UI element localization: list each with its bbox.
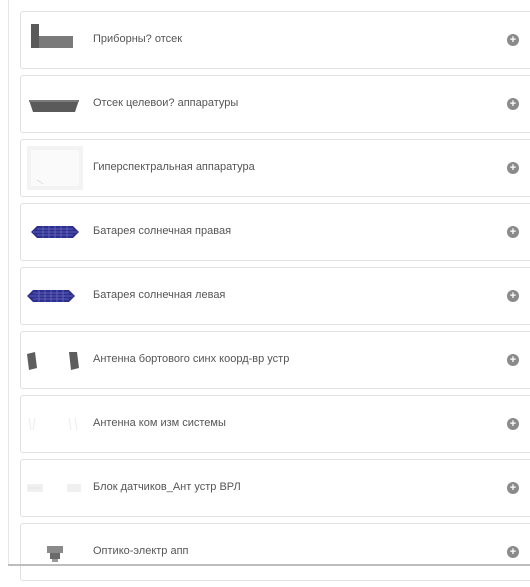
payload-compartment-thumbnail bbox=[23, 80, 85, 128]
antenna-faint-thumbnail bbox=[23, 400, 85, 448]
sensor-block-thumbnail bbox=[23, 464, 85, 512]
instrument-compartment-thumbnail bbox=[23, 16, 85, 64]
expand-icon[interactable]: + bbox=[507, 290, 519, 302]
item-label: Оптико-электр апп bbox=[93, 545, 189, 557]
item-label: Батарея солнечная левая bbox=[93, 289, 226, 301]
item-label: Отсек целевои? аппаратуры bbox=[93, 97, 239, 109]
list-item[interactable]: Гиперспектральная аппаратура + bbox=[20, 139, 530, 197]
left-divider bbox=[8, 0, 9, 566]
expand-icon[interactable]: + bbox=[507, 162, 519, 174]
list-item[interactable]: Отсек целевои? аппаратуры + bbox=[20, 75, 530, 133]
item-label: Батарея солнечная правая bbox=[93, 225, 232, 237]
solar-panel-left-thumbnail bbox=[23, 272, 85, 320]
expand-icon[interactable]: + bbox=[507, 482, 519, 494]
item-label: Блок датчиков_Ант устр ВРЛ bbox=[93, 481, 241, 493]
expand-icon[interactable]: + bbox=[507, 34, 519, 46]
component-list: Приборны? отсек + Отсек целевои? аппарат… bbox=[20, 0, 530, 587]
item-label: Антенна ком изм системы bbox=[93, 417, 226, 429]
list-item[interactable]: Оптико-электр апп + bbox=[20, 523, 530, 581]
item-label: Гиперспектральная аппаратура bbox=[93, 161, 255, 173]
list-item[interactable]: Антенна бортового синх коорд-вр устр + bbox=[20, 331, 530, 389]
antenna-thumbnail bbox=[23, 336, 85, 384]
expand-icon[interactable]: + bbox=[507, 546, 519, 558]
optical-device-thumbnail bbox=[23, 528, 85, 576]
list-item[interactable]: Антенна ком изм системы + bbox=[20, 395, 530, 453]
solar-panel-right-thumbnail bbox=[23, 208, 85, 256]
item-label: Антенна бортового синх коорд-вр устр bbox=[93, 353, 290, 365]
expand-icon[interactable]: + bbox=[507, 354, 519, 366]
list-item[interactable]: Батарея солнечная правая + bbox=[20, 203, 530, 261]
expand-icon[interactable]: + bbox=[507, 226, 519, 238]
hyperspectral-equipment-thumbnail bbox=[23, 144, 85, 192]
list-item[interactable]: Блок датчиков_Ант устр ВРЛ + bbox=[20, 459, 530, 517]
list-item[interactable]: Приборны? отсек + bbox=[20, 11, 530, 69]
item-label: Приборны? отсек bbox=[93, 33, 183, 45]
list-item[interactable]: Батарея солнечная левая + bbox=[20, 267, 530, 325]
expand-icon[interactable]: + bbox=[507, 98, 519, 110]
expand-icon[interactable]: + bbox=[507, 418, 519, 430]
